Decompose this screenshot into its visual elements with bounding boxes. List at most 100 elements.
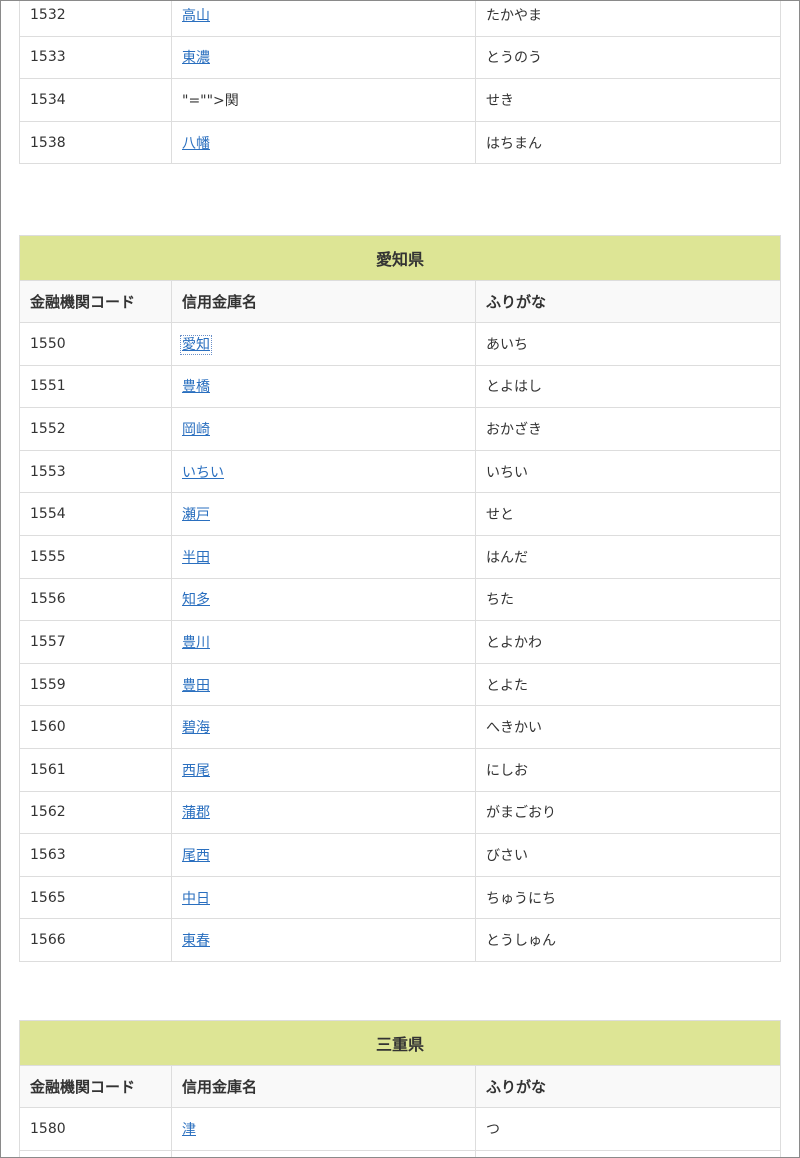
prefecture-title: 三重県 (18, 1020, 782, 1066)
table-row: 1561 西尾 にしお (19, 747, 782, 792)
bank-name-cell: 豊川 (171, 620, 476, 664)
gifu-table-continued: 1532 高山 たかやま 1533 東濃 とうのう 1534 "="">関 せき 1538 八幡 はち… (19, 1, 781, 165)
bank-name-cell (171, 1149, 476, 1157)
furigana-cell: ちゅうにち (474, 875, 782, 920)
furigana-cell: びさい (474, 833, 782, 877)
furigana-cell: はちまん (475, 120, 781, 165)
furigana-cell: はんだ (474, 534, 782, 579)
table-row: 1533 東濃 とうのう (19, 35, 781, 80)
column-header-name: 信用金庫名 (171, 280, 476, 323)
bank-code-cell: 1559 (19, 662, 172, 707)
table-row: 1551 豊橋 とよはし (19, 364, 782, 409)
table-row: 1560 碧海 へきかい (19, 705, 782, 749)
bank-name-cell: 豊橋 (171, 364, 476, 409)
page: 1532 高山 たかやま 1533 東濃 とうのう 1534 "="">関 せき 1538 八幡 はち… (0, 0, 800, 1158)
furigana-cell: いちい (474, 449, 782, 494)
bank-name-cell: 尾西 (171, 833, 476, 877)
bank-name-link[interactable]: 瀬戸 (182, 507, 210, 523)
bank-name-link[interactable]: 岡崎 (182, 422, 210, 438)
bank-name-link[interactable]: いちい (182, 465, 224, 481)
aichi-title-row: 愛知県 (18, 235, 782, 281)
bank-code-cell: 1533 (19, 35, 172, 80)
bank-name-link[interactable]: 半田 (182, 550, 210, 566)
bank-name-text: "="">関 (182, 92, 239, 109)
furigana-cell: つ (474, 1107, 782, 1151)
furigana-cell: がまごおり (474, 790, 782, 835)
bank-name-cell: 東春 (171, 918, 476, 962)
bank-code-cell: 1565 (19, 875, 172, 920)
column-header-kana: ふりがな (474, 1065, 782, 1108)
bank-name-link[interactable]: 津 (182, 1122, 196, 1138)
aichi-header-row: 金融機関コード 信用金庫名 ふりがな (19, 280, 782, 323)
bank-name-link[interactable]: 高山 (182, 8, 210, 24)
bank-name-link[interactable]: 東濃 (182, 50, 210, 66)
bank-name-link[interactable]: 東春 (182, 933, 210, 949)
bank-code-cell: 1554 (19, 492, 172, 536)
furigana-cell: とよはし (474, 364, 782, 409)
table-row: 1565 中日 ちゅうにち (19, 875, 782, 920)
furigana-cell: おかざき (474, 407, 782, 451)
column-header-kana: ふりがな (474, 280, 782, 323)
bank-code-cell: 1550 (19, 322, 172, 366)
mie-table: 三重県 金融機関コード 信用金庫名 ふりがな 1580 津 つ (18, 1020, 782, 1157)
bank-code-cell (19, 1149, 172, 1157)
bank-name-cell: 愛知 (171, 322, 476, 366)
furigana-cell: せき (475, 78, 781, 122)
bank-name-cell: 半田 (171, 534, 476, 579)
table-row: 1552 岡崎 おかざき (19, 407, 782, 451)
furigana-cell (474, 1149, 782, 1157)
bank-name-link[interactable]: 西尾 (182, 763, 210, 779)
furigana-cell: せと (474, 492, 782, 536)
bank-name-link[interactable]: 蒲郡 (182, 805, 210, 821)
bank-name-link[interactable]: 八幡 (182, 136, 210, 152)
column-header-name: 信用金庫名 (171, 1065, 476, 1108)
bank-code-cell: 1551 (19, 364, 172, 409)
table-row: 1566 東春 とうしゅん (19, 918, 782, 962)
furigana-cell: にしお (474, 747, 782, 792)
table-row: 1556 知多 ちた (19, 577, 782, 622)
bank-name-cell: 中日 (171, 875, 476, 920)
bank-code-cell: 1557 (19, 620, 172, 664)
bank-code-cell: 1552 (19, 407, 172, 451)
table-row: 1555 半田 はんだ (19, 534, 782, 579)
bank-name-cell: 蒲郡 (171, 790, 476, 835)
table-row: 1553 いちい いちい (19, 449, 782, 494)
bank-name-link[interactable]: 知多 (182, 592, 210, 608)
table-row: 1580 津 つ (19, 1107, 782, 1151)
furigana-cell: とよかわ (474, 620, 782, 664)
bank-name-link[interactable]: 碧海 (182, 720, 210, 736)
bank-name-link[interactable]: 豊川 (182, 635, 210, 651)
mie-title-row: 三重県 (18, 1020, 782, 1066)
bank-code-cell: 1556 (19, 577, 172, 622)
table-row: 1538 八幡 はちまん (19, 120, 781, 165)
bank-name-cell: 知多 (171, 577, 476, 622)
table-row (19, 1149, 782, 1157)
bank-name-link[interactable]: 愛知 (180, 334, 212, 355)
bank-name-link[interactable]: 豊橋 (182, 379, 210, 395)
bank-name-cell: 津 (171, 1107, 476, 1151)
bank-name-link[interactable]: 尾西 (182, 848, 210, 864)
bank-name-cell: 岡崎 (171, 407, 476, 451)
bank-code-cell: 1561 (19, 747, 172, 792)
furigana-cell: へきかい (474, 705, 782, 749)
table-row: 1550 愛知 あいち (19, 322, 782, 366)
mie-header-row: 金融機関コード 信用金庫名 ふりがな (19, 1065, 782, 1108)
bank-name-cell: 高山 (171, 1, 476, 37)
bank-name-cell: 瀬戸 (171, 492, 476, 536)
bank-name-cell: 豊田 (171, 662, 476, 707)
bank-code-cell: 1563 (19, 833, 172, 877)
furigana-cell: とうのう (475, 35, 781, 80)
column-header-code: 金融機関コード (19, 280, 172, 323)
bank-code-cell: 1562 (19, 790, 172, 835)
furigana-cell: とよた (474, 662, 782, 707)
bank-code-cell: 1560 (19, 705, 172, 749)
bank-name-link[interactable]: 豊田 (182, 678, 210, 694)
table-row: 1563 尾西 びさい (19, 833, 782, 877)
furigana-cell: とうしゅん (474, 918, 782, 962)
furigana-cell: あいち (474, 322, 782, 366)
bank-code-cell: 1534 (19, 78, 172, 122)
bank-name-link[interactable]: 中日 (182, 891, 210, 907)
table-row: 1562 蒲郡 がまごおり (19, 790, 782, 835)
table-row: 1557 豊川 とよかわ (19, 620, 782, 664)
bank-code-cell: 1553 (19, 449, 172, 494)
